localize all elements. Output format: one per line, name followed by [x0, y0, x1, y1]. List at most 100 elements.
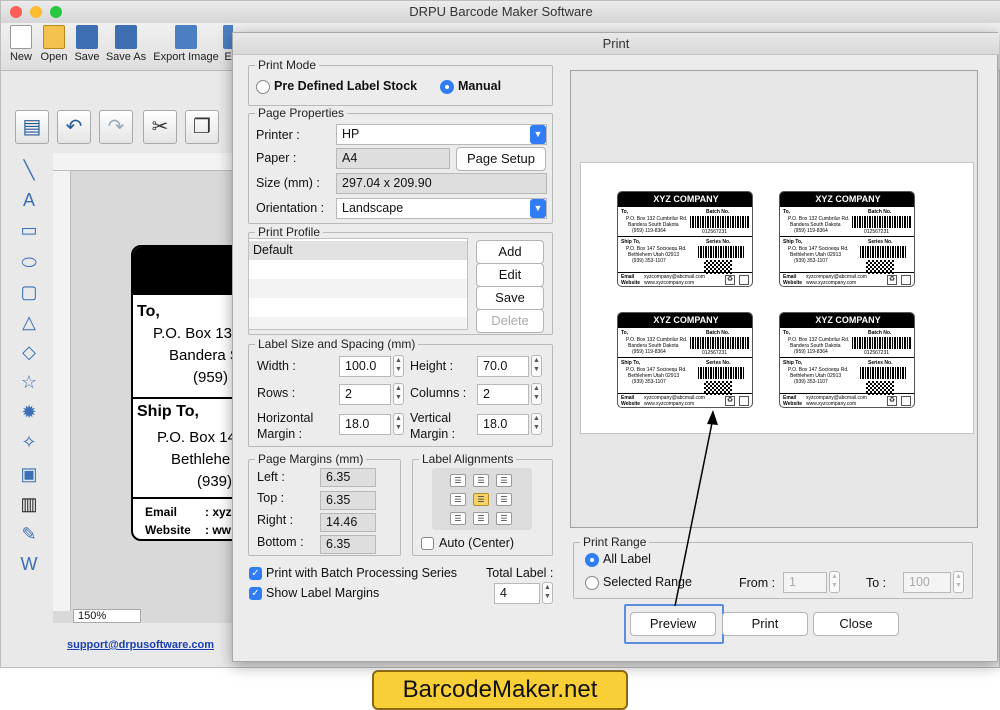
- page-setup-button[interactable]: Page Setup: [456, 147, 546, 171]
- support-email-link[interactable]: support@drpusoftware.com: [67, 639, 214, 651]
- vertical-margin-input[interactable]: 18.0: [477, 414, 529, 435]
- ellipse-tool-icon[interactable]: ⬭: [15, 249, 43, 275]
- edit-profile-button[interactable]: Edit: [476, 263, 544, 287]
- card-company-name: XYZ COMPANY: [618, 192, 752, 207]
- card-batch-number: 012567231: [702, 229, 728, 235]
- card-divider: [618, 272, 752, 273]
- card-phone: (959) 119-8364: [632, 349, 666, 355]
- to-stepper[interactable]: ▲ ▼: [953, 571, 964, 593]
- card-batch-number: 012567231: [702, 350, 728, 356]
- columns-stepper[interactable]: ▲ ▼: [531, 383, 542, 405]
- from-stepper[interactable]: ▲ ▼: [829, 571, 840, 593]
- list-item-empty: [249, 279, 467, 298]
- columns-input[interactable]: 2: [477, 384, 529, 405]
- card-series-label: Series No.: [706, 239, 731, 245]
- copy-icon[interactable]: ❐: [185, 110, 219, 144]
- align-bottom-left-icon[interactable]: ☰: [450, 512, 466, 525]
- card-phone: (959) 119-8364: [632, 228, 666, 234]
- profile-list[interactable]: Default: [248, 238, 468, 330]
- show-margins-label: Show Label Margins: [266, 586, 380, 600]
- save-button[interactable]: Save: [73, 25, 101, 63]
- card-divider: [618, 393, 752, 394]
- shape-tool-icon[interactable]: ✧: [15, 429, 43, 455]
- redo-icon[interactable]: ↷: [99, 110, 133, 144]
- properties-icon[interactable]: ▤: [15, 110, 49, 144]
- export-image-icon: [175, 25, 197, 49]
- image-tool-icon[interactable]: ▣: [15, 461, 43, 487]
- align-bottom-right-icon[interactable]: ☰: [496, 512, 512, 525]
- width-stepper[interactable]: ▲ ▼: [393, 355, 404, 377]
- star-tool-icon[interactable]: ☆: [15, 369, 43, 395]
- label-alignments-legend: Label Alignments: [422, 452, 514, 466]
- chevron-down-icon[interactable]: ▼: [530, 125, 546, 144]
- selected-range-radio[interactable]: [585, 576, 599, 590]
- vertical-margin-label: Margin :: [410, 427, 456, 441]
- show-margins-checkbox[interactable]: ✓: [249, 587, 262, 600]
- width-input[interactable]: 100.0: [339, 356, 391, 377]
- rectangle-tool-icon[interactable]: ▭: [15, 217, 43, 243]
- height-stepper[interactable]: ▲ ▼: [531, 355, 542, 377]
- paper-label: Paper :: [256, 151, 297, 165]
- card-batch-number: 012567231: [864, 350, 890, 356]
- chevron-down-icon[interactable]: ▼: [530, 199, 546, 218]
- to-input[interactable]: 100: [903, 572, 951, 593]
- triangle-tool-icon[interactable]: △: [15, 309, 43, 335]
- auto-center-checkbox[interactable]: [421, 537, 434, 550]
- align-top-center-icon[interactable]: ☰: [473, 474, 489, 487]
- delete-profile-button[interactable]: Delete: [476, 309, 544, 333]
- undo-icon[interactable]: ↶: [57, 110, 91, 144]
- batch-processing-checkbox[interactable]: ✓: [249, 567, 262, 580]
- printer-select[interactable]: HP: [336, 124, 547, 145]
- rows-input[interactable]: 2: [339, 384, 391, 405]
- preview-button[interactable]: Preview: [630, 612, 716, 636]
- save-as-button[interactable]: Save As: [105, 25, 147, 63]
- card-divider: [780, 357, 914, 358]
- line-tool-icon[interactable]: ╲: [15, 157, 43, 183]
- align-middle-right-icon[interactable]: ☰: [496, 493, 512, 506]
- list-item-empty: [249, 317, 467, 329]
- export-image-button[interactable]: Export Image: [152, 25, 220, 63]
- orientation-select[interactable]: Landscape: [336, 198, 547, 219]
- align-bottom-center-icon[interactable]: ☰: [473, 512, 489, 525]
- bottom-margin-field: 6.35: [320, 535, 376, 554]
- burst-tool-icon[interactable]: ✹: [15, 399, 43, 425]
- rounded-rectangle-tool-icon[interactable]: ▢: [15, 279, 43, 305]
- from-input[interactable]: 1: [783, 572, 827, 593]
- align-middle-center-icon[interactable]: ☰: [473, 493, 489, 506]
- rows-stepper[interactable]: ▲ ▼: [393, 383, 404, 405]
- add-profile-button[interactable]: Add: [476, 240, 544, 264]
- barcode-tool-icon[interactable]: ▥: [15, 491, 43, 517]
- close-window-icon[interactable]: [10, 6, 22, 18]
- total-label-stepper[interactable]: ▲ ▼: [542, 582, 553, 604]
- close-button[interactable]: Close: [813, 612, 899, 636]
- card-website-value: www.xyzcompany.com: [806, 401, 857, 407]
- list-item[interactable]: Default: [249, 241, 467, 260]
- horizontal-margin-stepper[interactable]: ▲ ▼: [393, 413, 404, 435]
- open-button[interactable]: Open: [39, 25, 69, 63]
- align-top-right-icon[interactable]: ☰: [496, 474, 512, 487]
- minimize-window-icon[interactable]: [30, 6, 42, 18]
- card-phone: (959) 119-8364: [794, 349, 828, 355]
- align-top-left-icon[interactable]: ☰: [450, 474, 466, 487]
- text-tool-icon[interactable]: A: [15, 187, 43, 213]
- save-profile-button[interactable]: Save: [476, 286, 544, 310]
- horizontal-margin-input[interactable]: 18.0: [339, 414, 391, 435]
- print-button[interactable]: Print: [722, 612, 808, 636]
- cut-icon[interactable]: ✂: [143, 110, 177, 144]
- new-button[interactable]: New: [7, 25, 35, 63]
- manual-radio[interactable]: [440, 80, 454, 94]
- pre-defined-radio[interactable]: [256, 80, 270, 94]
- card-divider: [780, 272, 914, 273]
- height-input[interactable]: 70.0: [477, 356, 529, 377]
- vertical-margin-stepper[interactable]: ▲ ▼: [531, 413, 542, 435]
- zoom-window-icon[interactable]: [50, 6, 62, 18]
- all-label-radio[interactable]: [585, 553, 599, 567]
- diamond-tool-icon[interactable]: ◇: [15, 339, 43, 365]
- rows-label: Rows :: [257, 386, 296, 400]
- zoom-level-select[interactable]: 150%: [73, 609, 141, 623]
- card-ship-to: Ship To,: [783, 360, 803, 366]
- total-label-input[interactable]: 4: [494, 583, 540, 604]
- align-middle-left-icon[interactable]: ☰: [450, 493, 466, 506]
- watermark-tool-icon[interactable]: W: [15, 551, 43, 577]
- signature-tool-icon[interactable]: ✎: [15, 521, 43, 547]
